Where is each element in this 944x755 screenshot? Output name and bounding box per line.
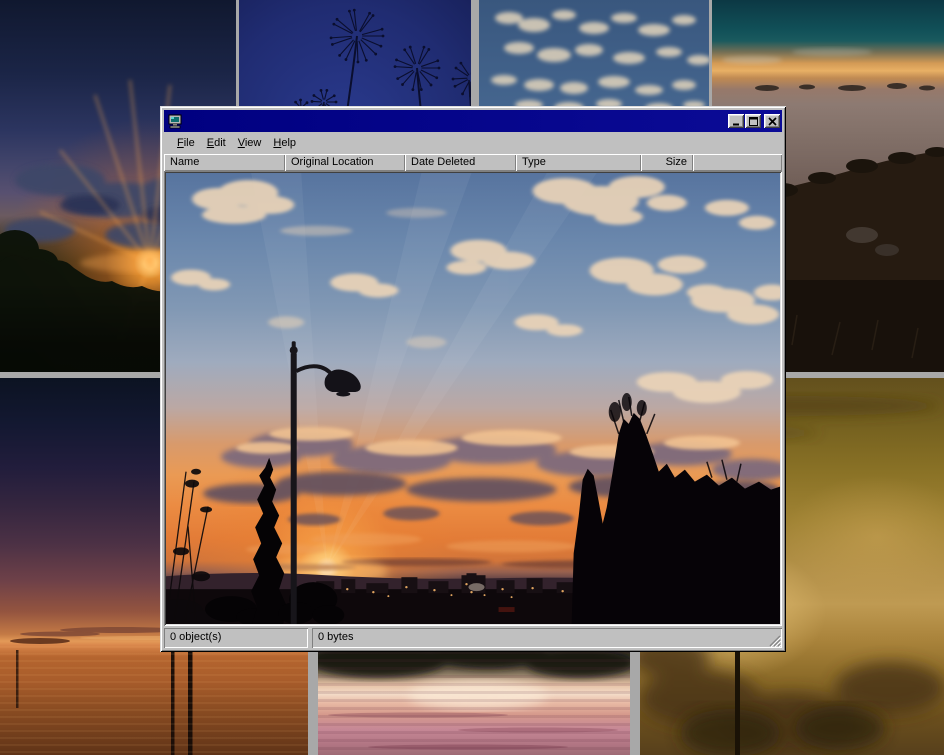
- minimize-button[interactable]: [728, 114, 744, 128]
- column-header-name[interactable]: Name: [164, 154, 285, 171]
- column-header-type[interactable]: Type: [516, 154, 641, 171]
- column-header-size[interactable]: Size: [641, 154, 693, 171]
- status-bar: 0 object(s) 0 bytes: [164, 628, 782, 648]
- sunset-streetlamp-photo: [166, 173, 780, 624]
- column-header-blank[interactable]: [693, 154, 782, 171]
- title-bar[interactable]: [164, 110, 782, 132]
- close-icon: [768, 117, 777, 126]
- column-header-original-location[interactable]: Original Location: [285, 154, 405, 171]
- column-header-date-deleted[interactable]: Date Deleted: [405, 154, 516, 171]
- minimize-icon: [732, 117, 741, 126]
- close-button[interactable]: [764, 114, 780, 128]
- recycle-bin-window: File Edit View Help Name Original Locati…: [160, 106, 786, 652]
- desktop: { "window": { "title": "", "icon": "comp…: [0, 0, 944, 755]
- menu-help[interactable]: Help: [267, 135, 302, 151]
- resize-grip-icon[interactable]: [768, 634, 781, 647]
- status-size: 0 bytes: [312, 628, 782, 648]
- menu-file[interactable]: File: [171, 135, 201, 151]
- status-object-count: 0 object(s): [164, 628, 308, 648]
- menu-view[interactable]: View: [232, 135, 268, 151]
- list-view-area[interactable]: [164, 171, 782, 626]
- computer-icon: [167, 114, 183, 129]
- list-column-headers: Name Original Location Date Deleted Type…: [164, 154, 782, 171]
- seedhead-icon: [292, 9, 471, 118]
- maximize-button[interactable]: [745, 114, 761, 128]
- menu-edit[interactable]: Edit: [201, 135, 232, 151]
- maximize-icon: [749, 117, 758, 126]
- menu-bar: File Edit View Help: [164, 132, 782, 154]
